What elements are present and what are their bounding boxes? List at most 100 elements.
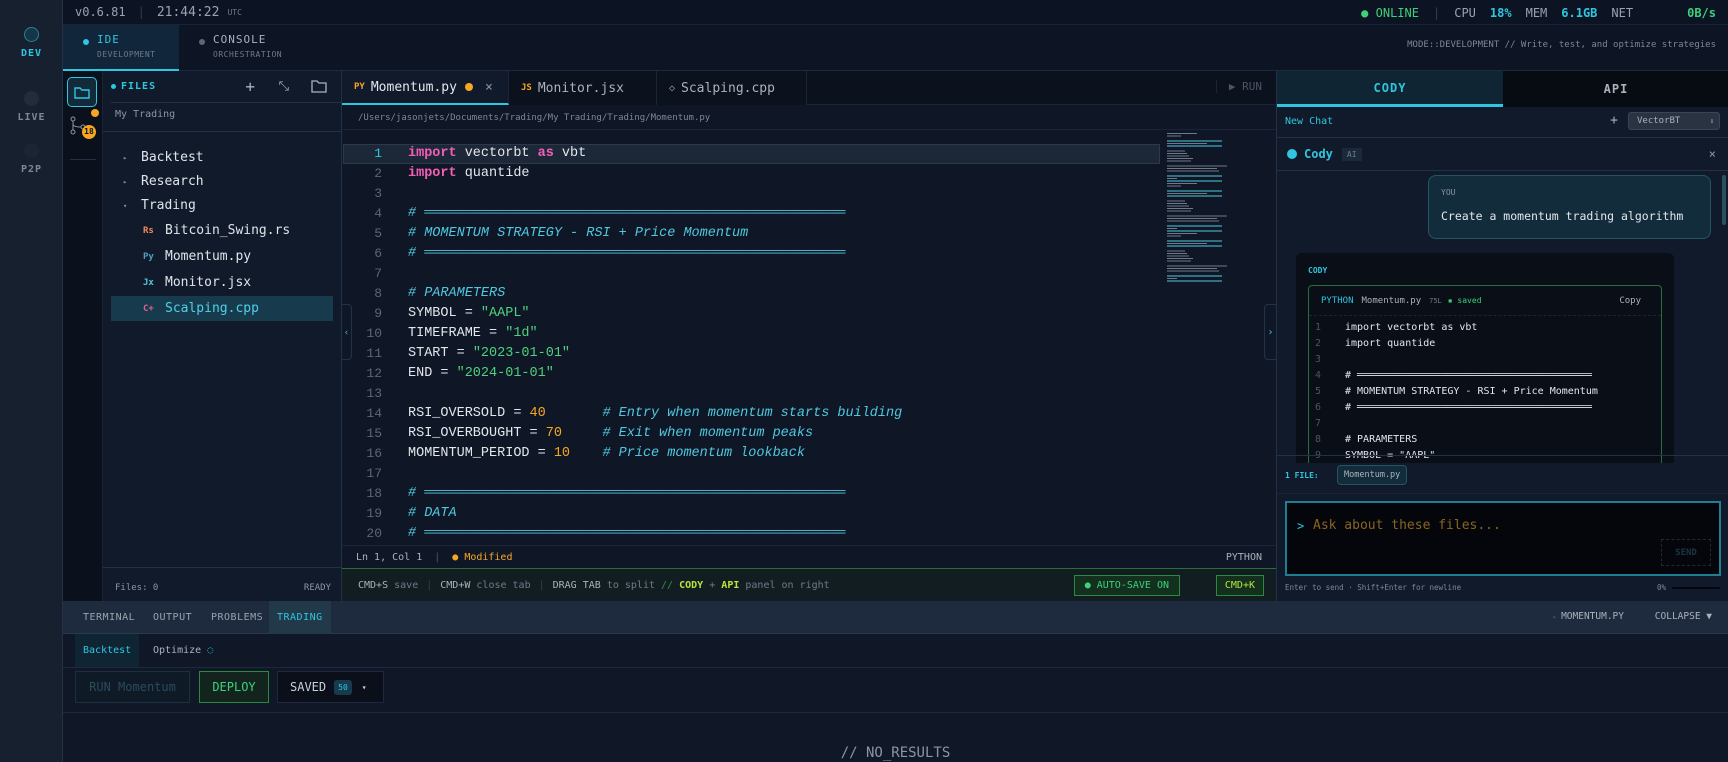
code-line[interactable]: 6 # ═════════════════════════════════════… [342, 244, 1156, 264]
file-scalping[interactable]: C+ Scalping.cpp [111, 296, 333, 321]
subtab-optimize[interactable]: Optimize ◌ [153, 634, 213, 667]
code-line[interactable]: 5 # MOMENTUM STRATEGY - RSI + Price Momen… [342, 224, 1156, 244]
tab-api[interactable]: API [1503, 71, 1728, 107]
cpu-value: 18% [1489, 5, 1512, 20]
code-line[interactable]: 2 import quantide [342, 164, 1156, 184]
file-monitor[interactable]: Jx Monitor.jsx [103, 270, 341, 295]
autosave-toggle[interactable]: ● AUTO-SAVE ON [1073, 575, 1180, 596]
message-author: YOU [1441, 188, 1456, 197]
new-chat-button[interactable]: + [1610, 113, 1618, 128]
code-preview-line: 6 # ═════════════════════════════════════… [1315, 402, 1592, 413]
mode-title: IDE [97, 33, 120, 46]
folder-research[interactable]: ▸ Research [103, 169, 341, 194]
file-path-breadcrumb: /Users/jasonjets/Documents/Trading/My Tr… [342, 105, 1276, 130]
code-line[interactable]: 1 import vectorbt as vbt [342, 144, 1156, 164]
cmd-k-button[interactable]: CMD+K [1215, 575, 1264, 596]
code-line[interactable]: 16 MOMENTUM_PERIOD = 10 # Price momentum … [342, 444, 1156, 464]
rail-item-live[interactable]: LIVE [0, 91, 63, 123]
language-mode[interactable]: PYTHON [1226, 552, 1262, 563]
tab-cody[interactable]: CODY [1277, 71, 1503, 107]
tab-trading[interactable]: TRADING [269, 601, 331, 634]
change-dot [91, 109, 99, 117]
rail-item-p2p[interactable]: P2P [0, 143, 63, 175]
collapse-button[interactable]: COLLAPSE ▼ [1655, 611, 1712, 622]
code-line[interactable]: 13 [342, 384, 1156, 404]
code-line[interactable]: 8 # PARAMETERS [342, 284, 1156, 304]
code-line[interactable]: 18 # ════════════════════════════════════… [342, 484, 1156, 504]
run-backtest-button[interactable]: RUN Momentum [75, 671, 190, 703]
file-bitcoin-swing[interactable]: Rs Bitcoin_Swing.rs [103, 218, 341, 243]
code-line[interactable]: 4 # ═════════════════════════════════════… [342, 204, 1156, 224]
deploy-button[interactable]: DEPLOY [199, 671, 269, 703]
code-line[interactable]: 3 [342, 184, 1156, 204]
minimap-line [1167, 218, 1217, 219]
code-preview-line: 7 [1315, 418, 1322, 429]
rail-item-dev[interactable]: DEV [0, 27, 63, 59]
code-line[interactable]: 19 # DATA [342, 504, 1156, 524]
root-folder-label[interactable]: My Trading [115, 109, 175, 120]
chat-scrollbar[interactable] [1722, 175, 1726, 225]
tab-monitor-jsx[interactable]: JS Monitor.jsx [509, 71, 657, 105]
file-momentum[interactable]: Py Momentum.py [103, 244, 341, 269]
minimap-line [1167, 265, 1227, 267]
minimap-line [1167, 150, 1185, 152]
code-area[interactable]: 1 import vectorbt as vbt 2 import quantide 3… [342, 144, 1156, 544]
chat-tab-new-chat[interactable]: New Chat [1285, 116, 1343, 127]
code-line[interactable]: 11 START = "2023-01-01" [342, 344, 1156, 364]
engine-select[interactable]: VectorBT ⇕ [1628, 112, 1720, 130]
code-line[interactable]: 17 [342, 464, 1156, 484]
folder-icon[interactable] [67, 77, 97, 107]
code-line[interactable]: 9 SYMBOL = "AAPL" [342, 304, 1156, 324]
minimap-line [1167, 240, 1222, 242]
tab-momentum-py[interactable]: PY Momentum.py × [342, 71, 509, 105]
bottom-panel: TERMINAL OUTPUT PROBLEMS TRADING ▸ MOMEN… [63, 601, 1728, 762]
chevron-down-icon: ▾ [361, 682, 367, 692]
mode-title: CONSOLE [213, 33, 267, 46]
tab-ide[interactable]: IDE DEVELOPMENT [63, 25, 179, 71]
close-icon[interactable]: × [485, 80, 493, 95]
file-label: Monitor.jsx [165, 275, 252, 290]
chat-input[interactable]: > Ask about these files... SEND [1285, 501, 1721, 576]
git-branch-icon[interactable]: 18 [69, 109, 99, 145]
collapse-all-icon[interactable]: ⤡ [279, 79, 289, 94]
prompt-icon: > [1297, 519, 1305, 533]
folder-backtest[interactable]: ▸ Backtest [103, 145, 341, 170]
folder-trading[interactable]: ▾ Trading [103, 193, 341, 218]
folder-label: Backtest [141, 150, 204, 165]
tab-console[interactable]: CONSOLE ORCHESTRATION [179, 25, 309, 71]
cursor-position: Ln 1, Col 1 [356, 551, 423, 563]
run-button[interactable]: ▶ RUN [1215, 80, 1262, 93]
code-line[interactable]: 10 TIMEFRAME = "1d" [342, 324, 1156, 344]
code-line[interactable]: 7 [342, 264, 1156, 284]
assistant-panel: CODY API New Chat + VectorBT ⇕ Cody AI × … [1276, 71, 1728, 601]
subtab-backtest[interactable]: Backtest [75, 634, 140, 667]
minimap[interactable] [1163, 131, 1241, 541]
code-line[interactable]: 14 RSI_OVERSOLD = 40 # Entry when momentu… [342, 404, 1156, 424]
expand-right-handle[interactable]: › [1264, 304, 1276, 360]
saved-results-dropdown[interactable]: SAVED 50 ▾ [277, 671, 384, 703]
attached-files-label: 1 FILE: [1285, 471, 1319, 480]
assistant-message: CODY PYTHON Momentum.py 75L ▪ saved Copy… [1296, 253, 1674, 463]
tab-output[interactable]: OUTPUT [145, 601, 200, 634]
collapse-left-handle[interactable]: ‹ [342, 304, 352, 360]
attached-file-chip[interactable]: Momentum.py [1337, 465, 1408, 485]
code-line[interactable]: 15 RSI_OVERBOUGHT = 70 # Exit when moment… [342, 424, 1156, 444]
line-number: 20 [366, 526, 382, 541]
code-line[interactable]: 12 END = "2024-01-01" [342, 364, 1156, 384]
code-block: PYTHON Momentum.py 75L ▪ saved Copy 1 imp… [1308, 285, 1662, 463]
tab-terminal[interactable]: TERMINAL [75, 601, 143, 634]
chevron-right-icon: ▸ [123, 153, 128, 162]
code-line[interactable]: 20 # ════════════════════════════════════… [342, 524, 1156, 544]
minimap-line [1167, 275, 1222, 277]
close-icon[interactable]: × [1709, 147, 1716, 161]
new-folder-icon[interactable] [311, 79, 327, 96]
files-dot [111, 84, 116, 89]
send-button[interactable]: SEND [1661, 539, 1711, 566]
minimap-line [1167, 190, 1222, 192]
new-file-icon[interactable]: + [245, 77, 255, 96]
tab-scalping-cpp[interactable]: ◇ Scalping.cpp [657, 71, 807, 105]
line-number: 8 [374, 286, 382, 301]
minimap-line [1167, 243, 1207, 244]
tab-problems[interactable]: PROBLEMS [203, 601, 271, 634]
copy-button[interactable]: Copy [1619, 296, 1641, 306]
